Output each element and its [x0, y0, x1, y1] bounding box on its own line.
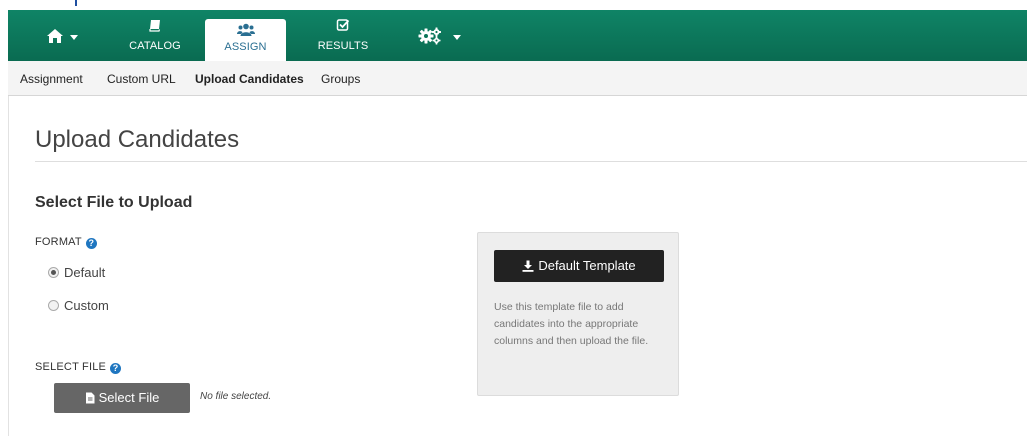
sub-navbar: Assignment Custom URL Upload Candidates … — [8, 61, 1027, 96]
nav-catalog-label: CATALOG — [129, 40, 181, 52]
book-icon — [149, 20, 161, 32]
top-strip — [0, 0, 1027, 10]
select-file-label: SELECT FILE — [35, 361, 107, 373]
chevron-down-icon — [453, 35, 461, 40]
content-left-border — [8, 96, 9, 436]
nav-results-label: RESULTS — [317, 40, 369, 52]
title-divider — [35, 161, 1027, 162]
nav-catalog[interactable]: CATALOG — [120, 10, 190, 61]
blue-mark — [75, 0, 77, 6]
format-option-default[interactable]: Default — [48, 265, 105, 280]
select-file-button-label: Select File — [98, 390, 160, 405]
select-file-field-label: SELECT FILE? — [35, 361, 122, 374]
format-option-custom[interactable]: Custom — [48, 298, 109, 313]
help-icon[interactable]: ? — [110, 363, 122, 374]
default-template-label: Default Template — [538, 258, 636, 273]
subnav-upload-candidates[interactable]: Upload Candidates — [195, 72, 304, 86]
file-icon — [85, 392, 95, 404]
home-icon — [47, 29, 63, 43]
nav-results[interactable]: RESULTS — [308, 10, 378, 61]
nav-settings-menu[interactable] — [410, 10, 470, 61]
nav-assign[interactable]: ASSIGN — [205, 19, 286, 64]
subnav-custom-url[interactable]: Custom URL — [107, 72, 176, 86]
template-description: Use this template file to add candidates… — [494, 301, 649, 347]
subnav-groups[interactable]: Groups — [321, 72, 360, 86]
users-icon — [236, 23, 255, 36]
help-icon[interactable]: ? — [85, 238, 97, 249]
select-file-button[interactable]: Select File — [54, 383, 190, 413]
template-panel: Default Template Use this template file … — [477, 232, 679, 396]
chevron-down-icon — [70, 35, 78, 40]
file-status: No file selected. — [200, 391, 272, 402]
default-template-button[interactable]: Default Template — [494, 250, 664, 282]
page-title: Upload Candidates — [35, 126, 240, 153]
format-field-label: FORMAT? — [35, 236, 97, 249]
gears-icon — [418, 27, 441, 45]
subnav-assignment[interactable]: Assignment — [20, 72, 83, 86]
nav-home-menu[interactable] — [30, 10, 84, 61]
download-icon — [522, 260, 534, 272]
format-option-default-label: Default — [64, 265, 106, 280]
radio-default[interactable] — [48, 267, 59, 278]
radio-custom[interactable] — [48, 300, 59, 311]
main-navbar: CATALOG ASSIGN RESULTS — [8, 10, 1027, 64]
checkbox-icon — [336, 19, 350, 31]
section-title: Select File to Upload — [35, 194, 193, 211]
format-label: FORMAT — [35, 236, 82, 248]
nav-assign-label: ASSIGN — [224, 41, 267, 53]
format-option-custom-label: Custom — [64, 298, 109, 313]
